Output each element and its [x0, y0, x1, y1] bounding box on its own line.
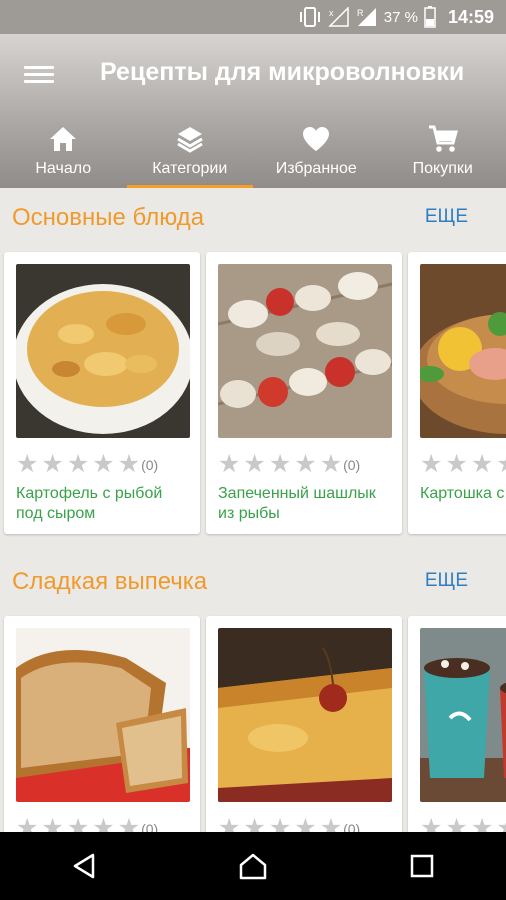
star-icon: ★ — [117, 814, 141, 833]
rating-stars: ★ ★ ★ ★ ★ (0) — [218, 452, 360, 477]
star-icon: ★ — [117, 450, 141, 478]
star-icon: ★ — [66, 814, 90, 833]
star-icon: ★ — [496, 452, 506, 477]
star-icon: ★ — [420, 814, 443, 833]
star-icon: ★ — [420, 450, 443, 478]
recipe-card[interactable]: ★ ★ ★ ★ ★ (0) — [4, 616, 200, 832]
recipe-card[interactable]: ★ ★ ★ ★ ★ Картошка с — [408, 252, 506, 534]
category-section: Сладкая выпечка ЕЩЕ ★ ★ ★ ★ ★ (0) ★ ★ ★ … — [0, 552, 506, 832]
tab-shopping[interactable]: Покупки — [380, 120, 506, 188]
recipe-carousel[interactable]: ★ ★ ★ ★ ★ (0) Картофель с рыбой под сыро… — [4, 252, 506, 534]
recipe-card[interactable]: ★ ★ ★ ★ ★ (0) Запеченный шашлык из рыбы — [206, 252, 402, 534]
recipe-image — [218, 628, 392, 802]
rating-stars: ★ ★ ★ ★ ★ (0) — [218, 814, 361, 833]
svg-text:R: R — [357, 8, 364, 18]
star-icon: ★ — [268, 450, 292, 478]
tab-bar: Начало Категории Избранное Покупки — [0, 120, 506, 188]
recipe-carousel[interactable]: ★ ★ ★ ★ ★ (0) ★ ★ ★ ★ ★ (0) ★ ★ ★ — [4, 616, 506, 832]
rating-stars: ★ ★ ★ ★ ★ — [420, 814, 506, 833]
cart-icon — [428, 125, 458, 152]
recipe-card[interactable]: ★ ★ ★ ★ ★ (0) Картофель с рыбой под сыро… — [4, 252, 200, 534]
svg-text:x: x — [329, 8, 334, 18]
star-icon: ★ — [41, 814, 64, 833]
star-icon: ★ — [470, 814, 494, 833]
rating-stars: ★ ★ ★ ★ ★ (0) — [16, 814, 159, 833]
more-button[interactable]: ЕЩЕ — [425, 206, 468, 228]
recipe-title: Картошка с — [420, 484, 506, 504]
recipe-title-line: Картофель с рыбой — [16, 485, 163, 502]
star-icon: ★ — [218, 450, 241, 478]
recipe-image — [420, 628, 506, 802]
section-title: Сладкая выпечка — [12, 568, 208, 595]
star-icon: ★ — [445, 814, 468, 833]
star-icon: ★ — [319, 814, 343, 833]
recipe-title: Картофель с рыбой под сыром — [16, 484, 192, 524]
star-icon: ★ — [16, 814, 39, 833]
hamburger-menu-icon[interactable] — [24, 62, 54, 88]
star-icon: ★ — [268, 814, 292, 833]
tab-label: Начало — [35, 160, 92, 177]
signal-roaming-icon: R — [357, 8, 376, 26]
back-icon — [74, 853, 95, 879]
section-title: Основные блюда — [12, 204, 205, 231]
category-section: Основные блюда ЕЩЕ ★ ★ ★ ★ ★ (0) Картофе… — [0, 188, 506, 552]
tab-label: Категории — [152, 160, 228, 177]
star-icon: ★ — [445, 450, 468, 478]
star-icon: ★ — [92, 450, 115, 478]
vibrate-icon — [299, 7, 320, 27]
tab-label: Покупки — [412, 160, 473, 177]
back-button[interactable] — [44, 836, 124, 896]
system-nav-bar — [0, 832, 506, 900]
rating-count: (0) — [141, 456, 159, 473]
star-icon: ★ — [470, 450, 494, 478]
star-icon: ★ — [243, 450, 266, 478]
star-icon: ★ — [16, 450, 39, 478]
layers-icon — [176, 127, 203, 153]
recipe-card[interactable]: ★ ★ ★ ★ ★ — [408, 616, 506, 832]
signal-no-data-icon: x — [327, 7, 349, 27]
heart-icon — [303, 127, 330, 151]
recents-button[interactable] — [382, 836, 462, 896]
recipe-title-line: под сыром — [16, 505, 96, 522]
recipe-image — [16, 628, 190, 802]
home-outline-icon — [239, 853, 267, 880]
star-icon: ★ — [66, 450, 90, 478]
star-icon: ★ — [294, 814, 317, 833]
rating-stars: ★ ★ ★ ★ ★ — [420, 452, 506, 477]
home-icon — [50, 127, 77, 151]
tab-label: Избранное — [275, 160, 357, 177]
tab-favorites[interactable]: Избранное — [253, 120, 380, 188]
status-bar: x R 37 % 14:59 — [0, 0, 506, 34]
star-icon: ★ — [294, 450, 317, 478]
star-icon: ★ — [319, 450, 343, 478]
battery-icon — [424, 6, 436, 28]
recipe-title-line: Картошка с — [420, 485, 505, 502]
star-icon: ★ — [41, 450, 64, 478]
rating-count: (0) — [343, 820, 361, 833]
rating-count: (0) — [343, 456, 361, 473]
more-button[interactable]: ЕЩЕ — [425, 570, 468, 592]
star-icon: ★ — [92, 814, 115, 833]
rating-count: (0) — [141, 820, 159, 833]
recents-icon — [410, 854, 433, 878]
tab-home[interactable]: Начало — [0, 120, 127, 188]
tab-categories[interactable]: Категории — [126, 120, 254, 188]
recipe-image — [218, 264, 392, 438]
battery-percent: 37 % — [383, 8, 418, 26]
star-icon: ★ — [218, 814, 241, 833]
rating-stars: ★ ★ ★ ★ ★ (0) — [16, 452, 158, 477]
star-icon: ★ — [496, 816, 506, 833]
star-icon: ★ — [243, 814, 266, 833]
clock: 14:59 — [447, 6, 494, 27]
recipe-card[interactable]: ★ ★ ★ ★ ★ (0) — [206, 616, 402, 832]
recipe-image — [16, 264, 190, 438]
recipe-image — [420, 264, 506, 438]
recipe-title-line: Запеченный шашлык — [218, 485, 376, 502]
home-button[interactable] — [213, 836, 293, 896]
content-list[interactable]: Основные блюда ЕЩЕ ★ ★ ★ ★ ★ (0) Картофе… — [0, 188, 506, 832]
app-bar: Рецепты для микроволновки Начало Категор… — [0, 34, 506, 188]
recipe-title: Запеченный шашлык из рыбы — [218, 484, 394, 524]
app-title: Рецепты для микроволновки — [100, 58, 465, 86]
recipe-title-line: из рыбы — [218, 505, 280, 522]
